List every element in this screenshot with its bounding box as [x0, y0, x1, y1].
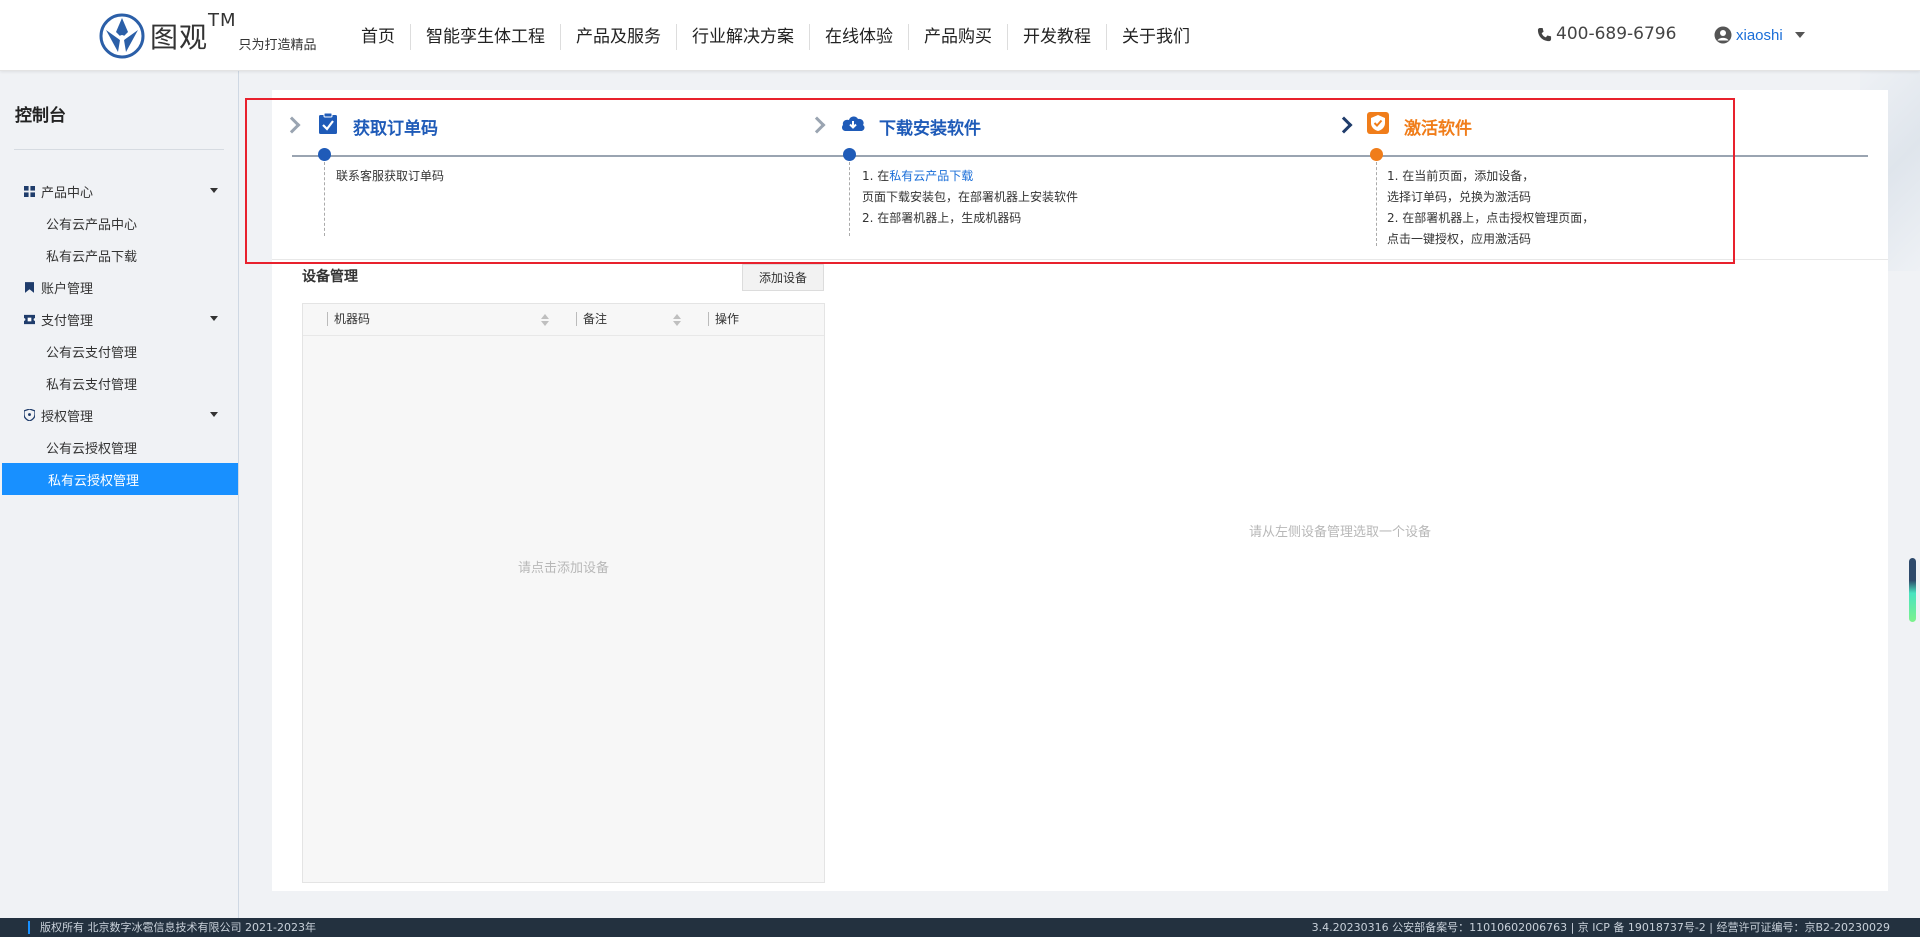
- nav-solutions[interactable]: 行业解决方案: [676, 24, 809, 50]
- nav-digital-twin[interactable]: 智能孪生体工程: [410, 24, 560, 50]
- contact-phone: 400-689-6796: [1537, 24, 1676, 44]
- logo-text: 图观TM: [150, 10, 237, 54]
- logo-slogan: 只为打造精品: [238, 37, 317, 53]
- username: xiaoshi: [1736, 26, 1783, 44]
- logo-icon: [99, 13, 145, 59]
- footer-license: 3.4.20230316 公安部备案号：11010602006763 | 京 I…: [1311, 921, 1890, 934]
- sidebar-group-product-center[interactable]: 产品中心: [0, 175, 238, 207]
- sidebar-group-label: 账户管理: [41, 281, 94, 297]
- nav-tutorials[interactable]: 开发教程: [1007, 24, 1106, 50]
- nav-about[interactable]: 关于我们: [1106, 24, 1205, 50]
- sidebar-item-private-cloud-license[interactable]: 私有云授权管理: [2, 463, 238, 495]
- step-connector: [1376, 162, 1377, 246]
- nav-online-demo[interactable]: 在线体验: [809, 24, 908, 50]
- sidebar-item-public-cloud-license[interactable]: 公有云授权管理: [0, 431, 238, 463]
- step-title-get-order-code: 获取订单码: [353, 119, 438, 139]
- chevron-down-icon: [1794, 32, 1805, 38]
- step-desc-1: 联系客服获取订单码: [336, 169, 445, 183]
- column-remark[interactable]: 备注: [576, 312, 607, 326]
- sidebar-title: 控制台: [15, 106, 66, 126]
- sidebar-item-private-cloud-download[interactable]: 私有云产品下载: [0, 239, 238, 271]
- nav-home[interactable]: 首页: [346, 24, 410, 50]
- scroll-indicator[interactable]: [1909, 558, 1916, 622]
- bookmark-icon: [23, 281, 36, 294]
- steps-timeline: [292, 155, 1868, 157]
- step-dot-3: [1370, 148, 1383, 161]
- sidebar-item-public-cloud-payment[interactable]: 公有云支付管理: [0, 335, 238, 367]
- step-connector: [324, 162, 325, 236]
- brand-logo[interactable]: 图观TM 只为打造精品: [98, 10, 317, 60]
- cloud-download-icon: [842, 116, 865, 131]
- step-dot-1: [318, 148, 331, 161]
- step-desc-3: 1. 在当前页面，添加设备， 选择订单码，兑换为激活码 2. 在部署机器上，点击…: [1387, 169, 1595, 246]
- nav-purchase[interactable]: 产品购买: [908, 24, 1007, 50]
- phone-number: 400-689-6796: [1556, 24, 1677, 44]
- sidebar-divider: [14, 149, 224, 150]
- step-desc-2: 1. 在私有云产品下载 页面下载安装包，在部署机器上安装软件 2. 在部署机器上…: [862, 169, 1079, 225]
- sidebar-group-account[interactable]: 账户管理: [0, 271, 238, 303]
- sidebar-item-private-cloud-payment[interactable]: 私有云支付管理: [0, 367, 238, 399]
- chevron-down-icon: [210, 316, 218, 321]
- sidebar: 控制台 产品中心 公有云产品中心 私有云产品下载 账户管理 支付管理 公有云支付…: [0, 71, 239, 918]
- clipboard-check-icon: [319, 112, 337, 134]
- footer: 版权所有 北京数字冰雹信息技术有限公司 2021-2023年 3.4.20230…: [0, 918, 1920, 937]
- column-action: 操作: [708, 312, 739, 326]
- chevron-down-icon: [210, 412, 218, 417]
- nav-products[interactable]: 产品及服务: [560, 24, 676, 50]
- shield-icon: [23, 409, 36, 422]
- device-detail-empty: 请从左侧设备管理选取一个设备: [1249, 525, 1432, 540]
- ticket-icon: [23, 313, 36, 326]
- sidebar-group-label: 支付管理: [41, 313, 94, 329]
- user-menu[interactable]: xiaoshi: [1714, 26, 1805, 44]
- private-cloud-download-link[interactable]: 私有云产品下载: [889, 169, 973, 183]
- device-table: 机器码 备注 操作 请点击添加设备: [302, 303, 825, 883]
- sidebar-item-public-cloud-products[interactable]: 公有云产品中心: [0, 207, 238, 239]
- steps-card: [272, 90, 1888, 260]
- sidebar-group-label: 产品中心: [41, 185, 94, 201]
- sidebar-group-label: 授权管理: [41, 409, 94, 425]
- user-avatar-icon: [1714, 26, 1732, 44]
- step-dot-2: [843, 148, 856, 161]
- step-connector: [849, 162, 850, 236]
- phone-icon: [1537, 27, 1552, 41]
- chevron-down-icon: [210, 188, 218, 193]
- footer-copyright: 版权所有 北京数字冰雹信息技术有限公司 2021-2023年: [28, 921, 316, 934]
- device-management-title: 设备管理: [302, 269, 358, 285]
- device-table-header: 机器码 备注 操作: [303, 304, 824, 336]
- grid-icon: [23, 185, 36, 198]
- device-table-empty: 请点击添加设备: [517, 561, 609, 576]
- sidebar-group-payment[interactable]: 支付管理: [0, 303, 238, 335]
- step-title-download-install: 下载安装软件: [879, 119, 981, 139]
- column-machine-code[interactable]: 机器码: [327, 312, 370, 326]
- top-header: 图观TM 只为打造精品 首页 智能孪生体工程 产品及服务 行业解决方案 在线体验…: [0, 0, 1920, 71]
- verified-badge-icon: [1367, 112, 1389, 134]
- sort-icon[interactable]: [673, 314, 681, 326]
- add-device-button[interactable]: 添加设备: [742, 264, 824, 291]
- sidebar-group-license[interactable]: 授权管理: [0, 399, 238, 431]
- main-nav: 首页 智能孪生体工程 产品及服务 行业解决方案 在线体验 产品购买 开发教程 关…: [346, 24, 1205, 50]
- step-title-activate: 激活软件: [1404, 119, 1472, 139]
- sort-icon[interactable]: [541, 314, 549, 326]
